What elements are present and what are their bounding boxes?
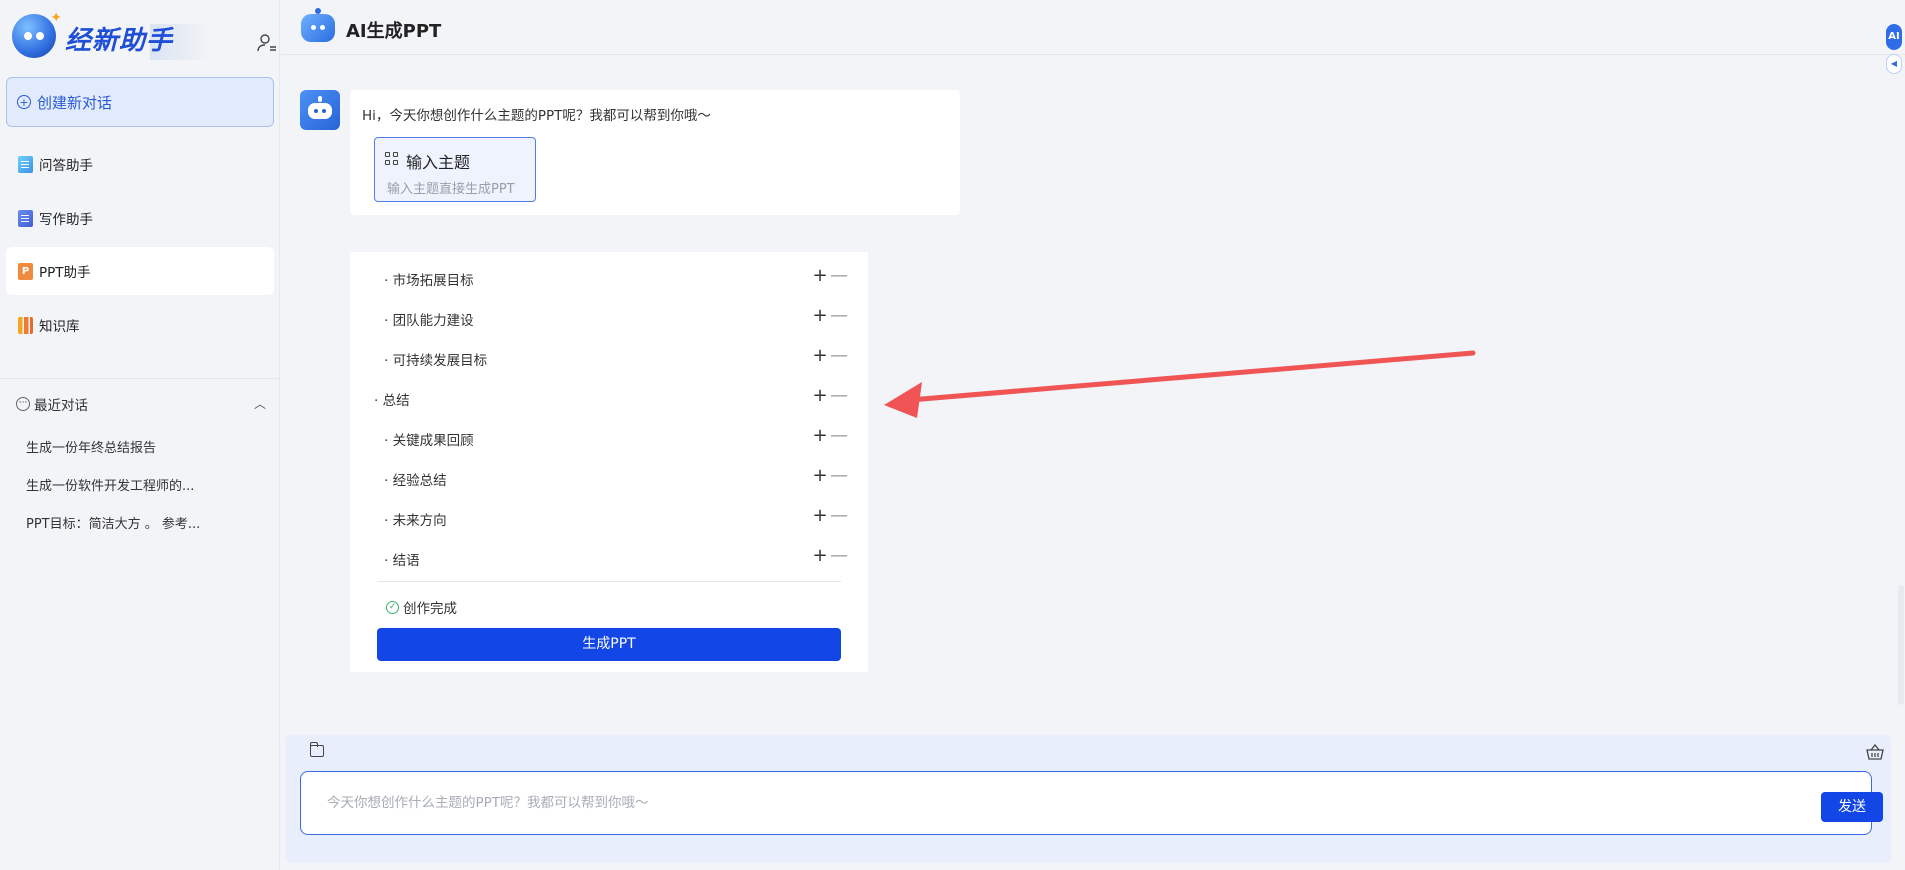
- remove-item-button[interactable]: —: [830, 306, 848, 326]
- ppt-outline-card: · 市场拓展目标 + — · 团队能力建设 + — · 可持续发展目标 + — …: [350, 252, 868, 672]
- outline-item-label: · 市场拓展目标: [384, 273, 474, 289]
- edit-document-icon: [18, 209, 33, 227]
- message-composer: 发送: [286, 735, 1891, 863]
- message-input[interactable]: [327, 792, 1527, 814]
- sidebar-item-label: 问答助手: [39, 158, 93, 174]
- sidebar-item-knowledge-base[interactable]: 知识库: [6, 301, 274, 349]
- outline-item-label: · 总结: [374, 393, 410, 409]
- remove-item-button[interactable]: —: [830, 466, 848, 486]
- status-text: 创作完成: [403, 601, 457, 617]
- outline-item: · 可持续发展目标 + —: [350, 346, 868, 370]
- add-item-button[interactable]: +: [812, 426, 828, 446]
- outline-item-label: · 结语: [384, 553, 420, 569]
- topic-button-subtitle: 输入主题直接生成PPT: [387, 182, 515, 197]
- remove-item-button[interactable]: —: [830, 546, 848, 566]
- recent-chats-header[interactable]: ··· 最近对话 ︿: [16, 393, 266, 415]
- sidebar-item-ppt-assistant[interactable]: P PPT助手: [6, 247, 274, 295]
- remove-item-button[interactable]: —: [830, 426, 848, 446]
- add-item-button[interactable]: +: [812, 346, 828, 366]
- add-item-button[interactable]: +: [812, 266, 828, 286]
- document-icon: [18, 155, 33, 173]
- sidebar-item-label: PPT助手: [39, 265, 91, 281]
- remove-item-button[interactable]: —: [830, 346, 848, 366]
- robot-icon: [301, 8, 335, 42]
- folder-icon[interactable]: [310, 742, 324, 757]
- scrollbar[interactable]: [1898, 585, 1904, 705]
- sidebar-item-label: 知识库: [39, 319, 80, 335]
- outline-item: · 关键成果回顾 + —: [350, 426, 868, 450]
- add-item-button[interactable]: +: [812, 386, 828, 406]
- outline-section: · 总结 + —: [350, 386, 868, 410]
- collapse-arrow-icon[interactable]: ◀: [1886, 54, 1902, 74]
- logo[interactable]: ✦ 经新助手: [10, 10, 276, 62]
- new-chat-label: 创建新对话: [37, 93, 113, 112]
- enter-topic-button[interactable]: 输入主题 输入主题直接生成PPT: [374, 137, 536, 202]
- outline-item: · 市场拓展目标 + —: [350, 266, 868, 290]
- outline-item-label: · 关键成果回顾: [384, 433, 474, 449]
- chat-bubble-icon: ···: [16, 397, 30, 411]
- ai-assistant-badge[interactable]: AI: [1886, 24, 1902, 50]
- remove-item-button[interactable]: —: [830, 266, 848, 286]
- recent-chats-title: 最近对话: [34, 398, 88, 414]
- create-new-chat-button[interactable]: + 创建新对话: [6, 77, 274, 127]
- outline-item-label: · 可持续发展目标: [384, 353, 488, 369]
- status-indicator: ✓ 创作完成: [386, 597, 457, 617]
- recent-chat-item[interactable]: PPT目标：简洁大方 。 参考...: [26, 513, 200, 532]
- add-item-button[interactable]: +: [812, 466, 828, 486]
- grid-icon: [385, 152, 399, 166]
- plus-circle-icon: +: [17, 95, 31, 109]
- sidebar-item-qa-assistant[interactable]: 问答助手: [6, 140, 274, 188]
- library-icon: [18, 316, 33, 334]
- sidebar-divider: [0, 378, 280, 379]
- check-circle-icon: ✓: [386, 600, 399, 614]
- outline-item: · 结语 + —: [350, 546, 868, 570]
- top-header: AI生成PPT: [281, 0, 1905, 55]
- outline-divider: [377, 581, 841, 582]
- outline-item-label: · 团队能力建设: [384, 313, 474, 329]
- send-button[interactable]: 发送: [1821, 792, 1883, 822]
- message-input-box: 发送: [300, 771, 1883, 835]
- remove-item-button[interactable]: —: [830, 506, 848, 526]
- outline-item: · 团队能力建设 + —: [350, 306, 868, 330]
- sidebar-item-writing-assistant[interactable]: 写作助手: [6, 194, 274, 242]
- outline-item: · 经验总结 + —: [350, 466, 868, 490]
- recent-chat-item[interactable]: 生成一份年终总结报告: [26, 437, 156, 456]
- outline-item-label: · 经验总结: [384, 473, 447, 489]
- assistant-message-card: Hi，今天你想创作什么主题的PPT呢？我都可以帮到你哦～ 输入主题 输入主题直接…: [350, 90, 960, 215]
- remove-item-button[interactable]: —: [830, 386, 848, 406]
- recent-chat-item[interactable]: 生成一份软件开发工程师的...: [26, 475, 194, 494]
- user-settings-icon[interactable]: [256, 32, 278, 54]
- generate-ppt-button[interactable]: 生成PPT: [377, 628, 841, 661]
- sidebar-item-label: 写作助手: [39, 212, 93, 228]
- robot-logo-icon: ✦: [12, 10, 62, 58]
- outline-item: · 未来方向 + —: [350, 506, 868, 530]
- page-title: AI生成PPT: [346, 21, 442, 42]
- assistant-avatar: [300, 90, 340, 130]
- add-item-button[interactable]: +: [812, 546, 828, 566]
- add-item-button[interactable]: +: [812, 306, 828, 326]
- sidebar: ✦ 经新助手 + 创建新对话 问答助手 写作助手 P PPT助手 知识库 ···…: [0, 0, 280, 870]
- add-item-button[interactable]: +: [812, 506, 828, 526]
- greeting-text: Hi，今天你想创作什么主题的PPT呢？我都可以帮到你哦～: [362, 108, 711, 124]
- chevron-up-icon[interactable]: ︿: [254, 395, 266, 412]
- logo-text: 经新助手: [65, 26, 174, 56]
- outline-item-label: · 未来方向: [384, 513, 447, 529]
- basket-icon[interactable]: [1866, 744, 1884, 760]
- topic-button-title: 输入主题: [406, 153, 471, 172]
- ppt-icon: P: [18, 262, 33, 280]
